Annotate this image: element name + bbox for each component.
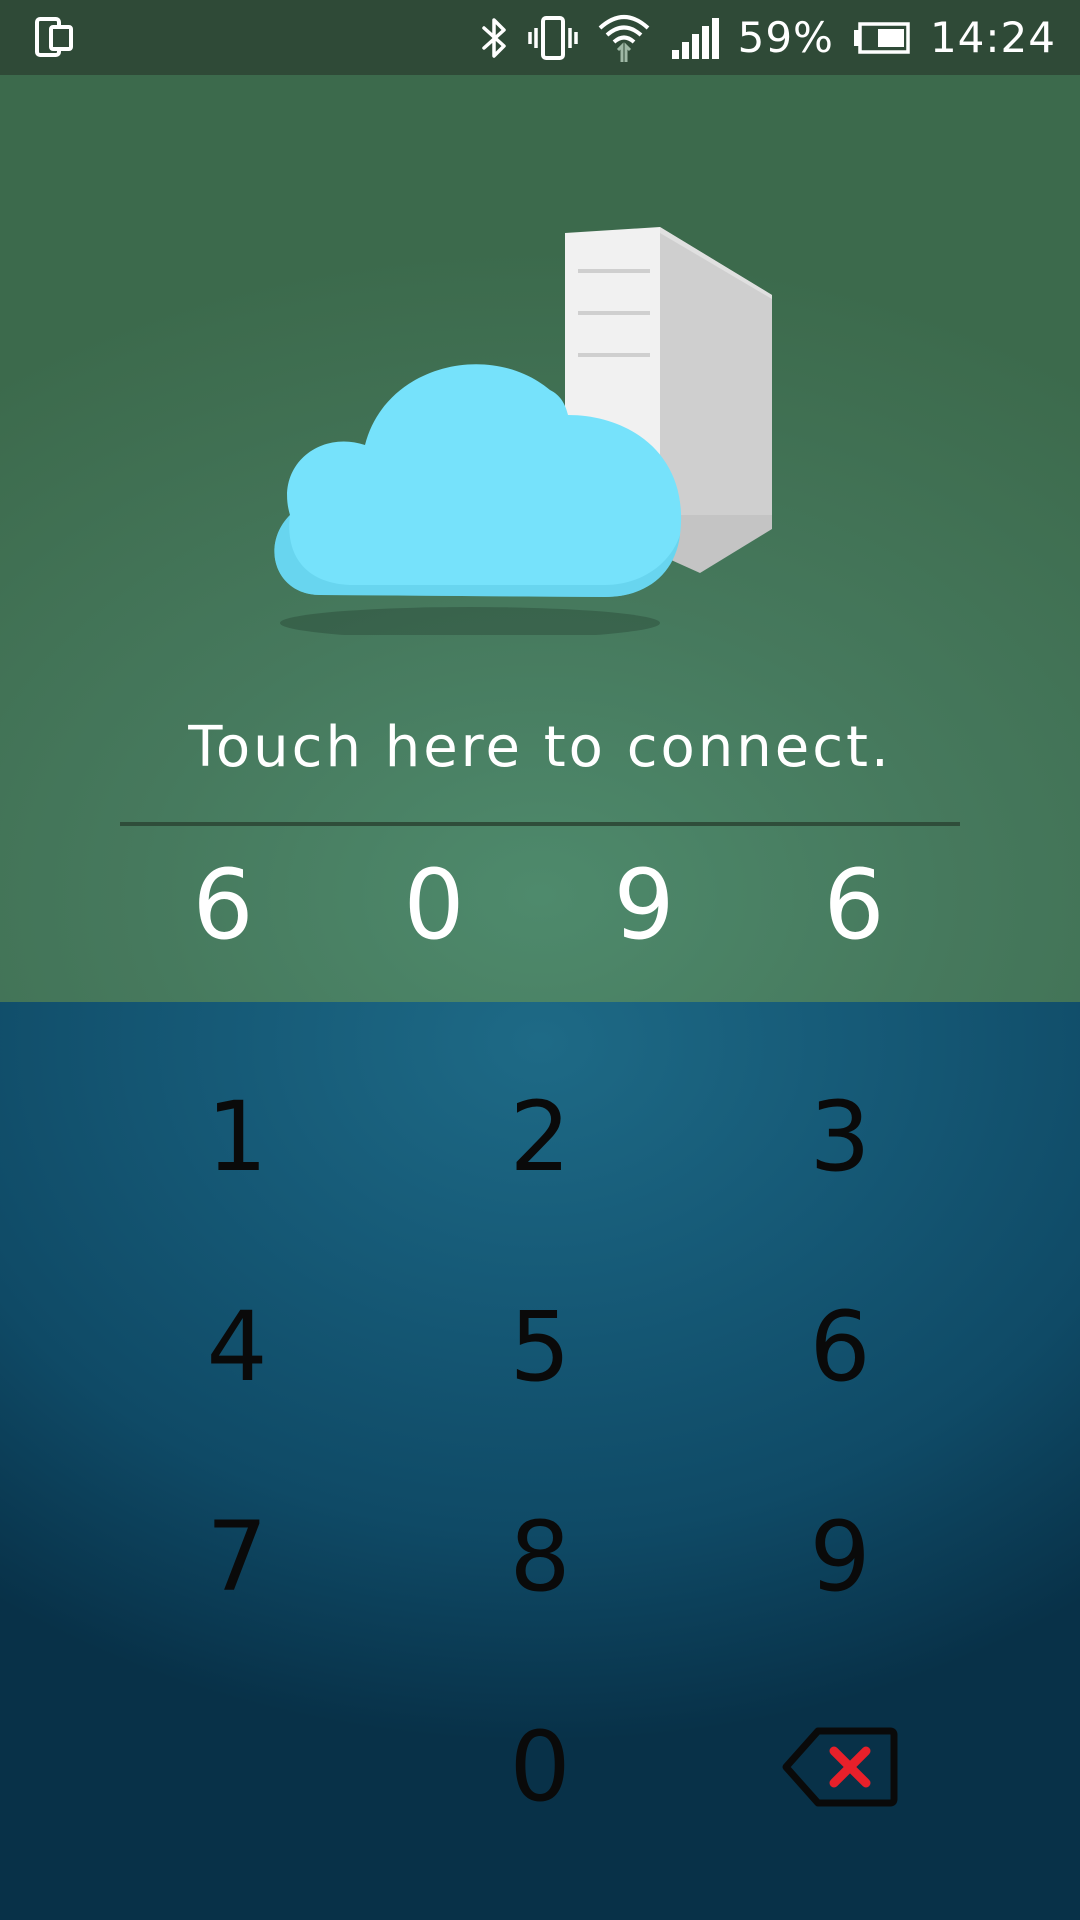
- cloud-server-illustration: [274, 227, 772, 635]
- key-0[interactable]: 0: [440, 1687, 640, 1847]
- backspace-icon: [782, 1727, 898, 1807]
- cloud-shadow: [280, 607, 660, 635]
- status-bar: 59% 14:24: [0, 0, 1080, 75]
- key-4[interactable]: 4: [137, 1267, 337, 1427]
- key-9[interactable]: 9: [740, 1477, 940, 1637]
- bluetooth-icon: [481, 17, 506, 58]
- vibrate-icon: [527, 15, 578, 60]
- connect-button[interactable]: Touch here to connect.: [0, 715, 1080, 780]
- key-2[interactable]: 2: [440, 1057, 640, 1217]
- key-8[interactable]: 8: [440, 1477, 640, 1637]
- code-digit: 9: [613, 849, 675, 961]
- screen-mirror-icon: [35, 17, 73, 57]
- code-digit: 6: [823, 849, 885, 961]
- key-5[interactable]: 5: [440, 1267, 640, 1427]
- key-1[interactable]: 1: [137, 1057, 337, 1217]
- pairing-code: 6 0 9 6: [0, 845, 1080, 965]
- clock: 14:24: [929, 13, 1056, 62]
- divider: [120, 822, 960, 826]
- key-3[interactable]: 3: [740, 1057, 940, 1217]
- battery-percent: 59%: [737, 13, 834, 62]
- signal-icon: [671, 17, 719, 59]
- battery-icon: [853, 21, 910, 54]
- keypad: 1 2 3 4 5 6 7 8 9 0: [0, 1002, 1080, 1920]
- code-digit: 0: [403, 849, 465, 961]
- screen: 59% 14:24 Touch here to connect. 6 0 9 6…: [0, 0, 1080, 1920]
- key-6[interactable]: 6: [740, 1267, 940, 1427]
- status-icons: 59% 14:24: [480, 0, 1056, 75]
- wifi-icon: [598, 14, 649, 62]
- key-7[interactable]: 7: [137, 1477, 337, 1637]
- backspace-button[interactable]: [740, 1687, 940, 1847]
- connect-panel: Touch here to connect. 6 0 9 6: [0, 75, 1080, 1002]
- code-digit: 6: [192, 849, 254, 961]
